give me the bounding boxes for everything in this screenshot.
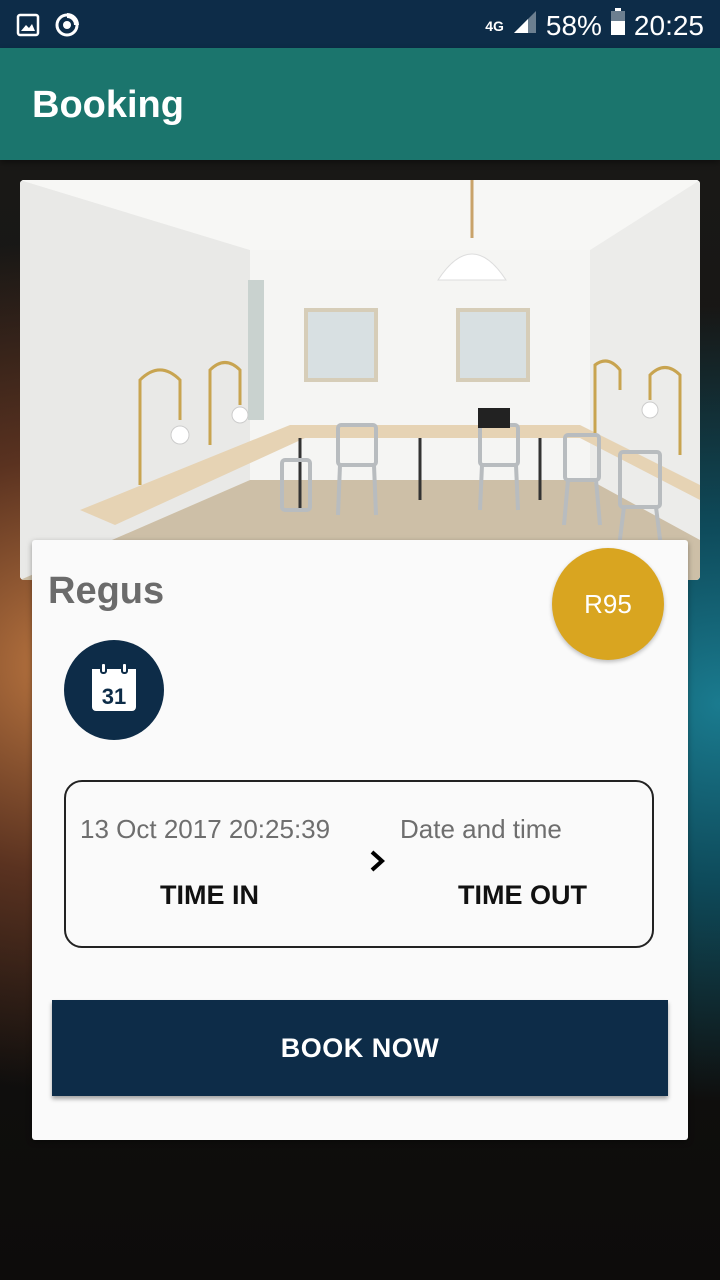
clock: 20:25 xyxy=(633,9,704,41)
place-name: Regus xyxy=(48,570,165,612)
status-bar: 4G 58% 20:25 xyxy=(0,0,720,48)
workspace-photo xyxy=(20,180,700,580)
time-range-selector: 13 Oct 2017 20:25:39 Date and time TIME … xyxy=(64,780,654,948)
chevron-right-icon xyxy=(366,846,390,880)
book-now-button[interactable]: BOOK NOW xyxy=(52,1000,668,1096)
time-in-value[interactable]: 13 Oct 2017 20:25:39 xyxy=(80,814,330,845)
price-badge: R95 xyxy=(552,548,664,660)
page-title: Booking xyxy=(32,84,184,126)
calendar-icon: 31 xyxy=(89,662,139,718)
battery-percent: 58% xyxy=(545,9,602,41)
status-left-icons xyxy=(16,12,80,42)
time-in-label[interactable]: TIME IN xyxy=(160,880,259,911)
booking-card: Regus R95 31 13 Oct 2017 20:25:39 Date a… xyxy=(32,540,688,1140)
time-out-value[interactable]: Date and time xyxy=(400,814,562,845)
time-out-label[interactable]: TIME OUT xyxy=(458,880,587,911)
sync-icon xyxy=(54,12,80,42)
network-type: 4G xyxy=(485,17,504,34)
battery-icon xyxy=(610,8,626,43)
svg-text:31: 31 xyxy=(102,684,126,709)
calendar-button[interactable]: 31 xyxy=(64,640,164,740)
app-bar: Booking xyxy=(0,48,720,160)
gallery-icon xyxy=(16,13,40,41)
status-right: 4G 58% 20:25 xyxy=(485,8,704,43)
signal-icon xyxy=(512,9,538,42)
